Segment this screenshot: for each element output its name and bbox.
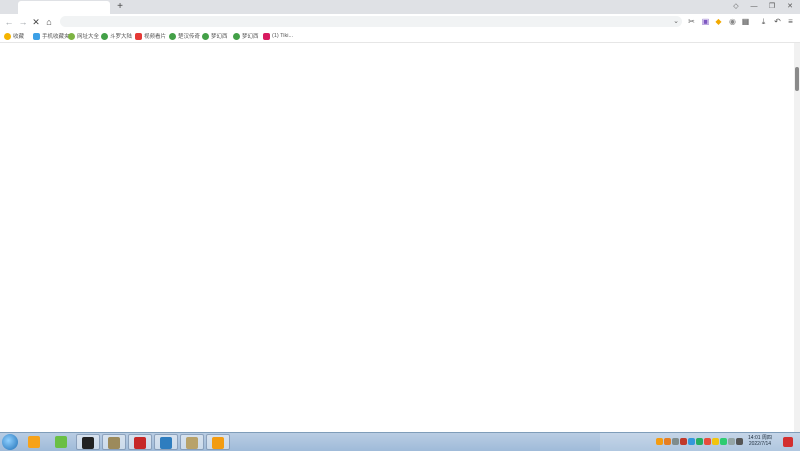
tray-app-icon[interactable] [664, 438, 671, 445]
video-icon [135, 32, 142, 40]
bookmark-label: 梦幻西 [242, 34, 259, 40]
bookmark-item[interactable]: 手机收藏夹 [33, 31, 70, 41]
purple-ext-icon[interactable]: ▣ [701, 17, 710, 26]
shield-ext-icon[interactable]: ◆ [714, 17, 723, 26]
bookmark-label: 网址大全 [77, 34, 100, 40]
menu-icon[interactable]: ≡ [786, 17, 795, 26]
tray-app-icon[interactable] [736, 438, 743, 445]
tool-app[interactable] [128, 434, 152, 450]
address-bar[interactable] [60, 16, 682, 27]
page-content [0, 43, 796, 433]
navigation-bar: ← → ✕ ⌂ ⌄ ✂ ▣ ◆ ◉ ▦ ⤓ ↶ ≡ [0, 14, 800, 30]
ie-app-icon [28, 436, 40, 448]
tray-app-icon[interactable] [688, 438, 695, 445]
bookmark-item[interactable]: (1) Tiki... [263, 31, 293, 41]
restore-button[interactable]: ❐ [763, 0, 781, 14]
close-button[interactable]: ✕ [781, 0, 799, 14]
back-button[interactable]: ← [3, 16, 15, 28]
forward-button[interactable]: → [17, 16, 29, 28]
bookmark-item[interactable]: 斗罗大陆 [101, 31, 132, 41]
browser-app[interactable] [50, 434, 74, 450]
tray-app-icon[interactable] [728, 438, 735, 445]
minimize-button[interactable]: — [745, 0, 763, 14]
bookmark-label: 楚汉传奇 [178, 34, 201, 40]
media-app[interactable] [76, 434, 100, 450]
download-icon[interactable]: ⤓ [759, 17, 768, 26]
bookmark-item[interactable]: 收藏 [4, 31, 24, 41]
shield-icon[interactable]: ◇ [727, 0, 745, 14]
new-tab-button[interactable]: + [114, 0, 126, 14]
clock-date: 2022/7/14 [748, 441, 772, 447]
site-icon [233, 32, 240, 40]
tray-app-icon[interactable] [712, 438, 719, 445]
game-ext-icon[interactable]: ◉ [728, 17, 737, 26]
site-icon [101, 32, 108, 40]
bookmark-item[interactable]: 视频看片 [135, 31, 166, 41]
star-icon [4, 32, 11, 40]
bookmark-item[interactable]: 楚汉传奇 [169, 31, 200, 41]
active-tab[interactable] [18, 1, 110, 14]
tray-app-icon[interactable] [656, 438, 663, 445]
chat-app[interactable] [154, 434, 178, 450]
tray-app-icon[interactable] [672, 438, 679, 445]
apps-grid-icon[interactable]: ▦ [741, 17, 750, 26]
help-app-icon [212, 437, 224, 449]
bookmark-item[interactable]: 梦幻西 [233, 31, 259, 41]
help-app[interactable] [206, 434, 230, 450]
tab-strip: + ◇ — ❐ ✕ [0, 0, 800, 14]
tiki-icon [263, 32, 270, 40]
media-app-icon [82, 437, 94, 449]
ie-app[interactable] [23, 434, 47, 450]
bookmark-label: 视频看片 [144, 34, 167, 40]
site-icon [202, 32, 209, 40]
chevron-down-icon[interactable]: ⌄ [671, 16, 681, 28]
bookmarks-bar: 收藏 手机收藏夹 网址大全 斗罗大陆 视频看片 楚汉传奇 梦幻西 梦幻西 (1) Tiki... [0, 30, 800, 43]
site-icon [169, 32, 176, 40]
scrollbar-thumb[interactable] [795, 67, 799, 91]
browser-app-icon [55, 436, 67, 448]
bookmark-label: 斗罗大陆 [110, 34, 133, 40]
vertical-scrollbar[interactable] [794, 43, 800, 433]
start-button[interactable] [2, 434, 18, 450]
owl-app-icon [186, 437, 198, 449]
bookmark-item[interactable]: 梦幻西 [202, 31, 228, 41]
bookmark-label: 手机收藏夹 [42, 34, 70, 40]
game-app[interactable] [102, 434, 126, 450]
chat-app-icon [160, 437, 172, 449]
bookmark-label: (1) Tiki... [272, 33, 294, 39]
bookmark-label: 收藏 [13, 34, 25, 40]
stop-button[interactable]: ✕ [30, 16, 42, 28]
tray-app-icon[interactable] [720, 438, 727, 445]
home-button[interactable]: ⌂ [43, 16, 55, 28]
undo-icon[interactable]: ↶ [773, 17, 782, 26]
tray-app-icon[interactable] [704, 438, 711, 445]
taskbar: 14:01 周四 2022/7/14 [0, 432, 800, 451]
notification-icon[interactable] [783, 437, 793, 447]
clock[interactable]: 14:01 周四 2022/7/14 [748, 435, 772, 447]
owl-app[interactable] [180, 434, 204, 450]
tray-app-icon[interactable] [680, 438, 687, 445]
scissors-icon[interactable]: ✂ [687, 17, 696, 26]
tray-app-icon[interactable] [696, 438, 703, 445]
globe-icon [68, 32, 75, 40]
bookmark-item[interactable]: 网址大全 [68, 31, 99, 41]
tool-app-icon [134, 437, 146, 449]
phone-icon [33, 32, 40, 40]
game-app-icon [108, 437, 120, 449]
bookmark-label: 梦幻西 [211, 34, 228, 40]
